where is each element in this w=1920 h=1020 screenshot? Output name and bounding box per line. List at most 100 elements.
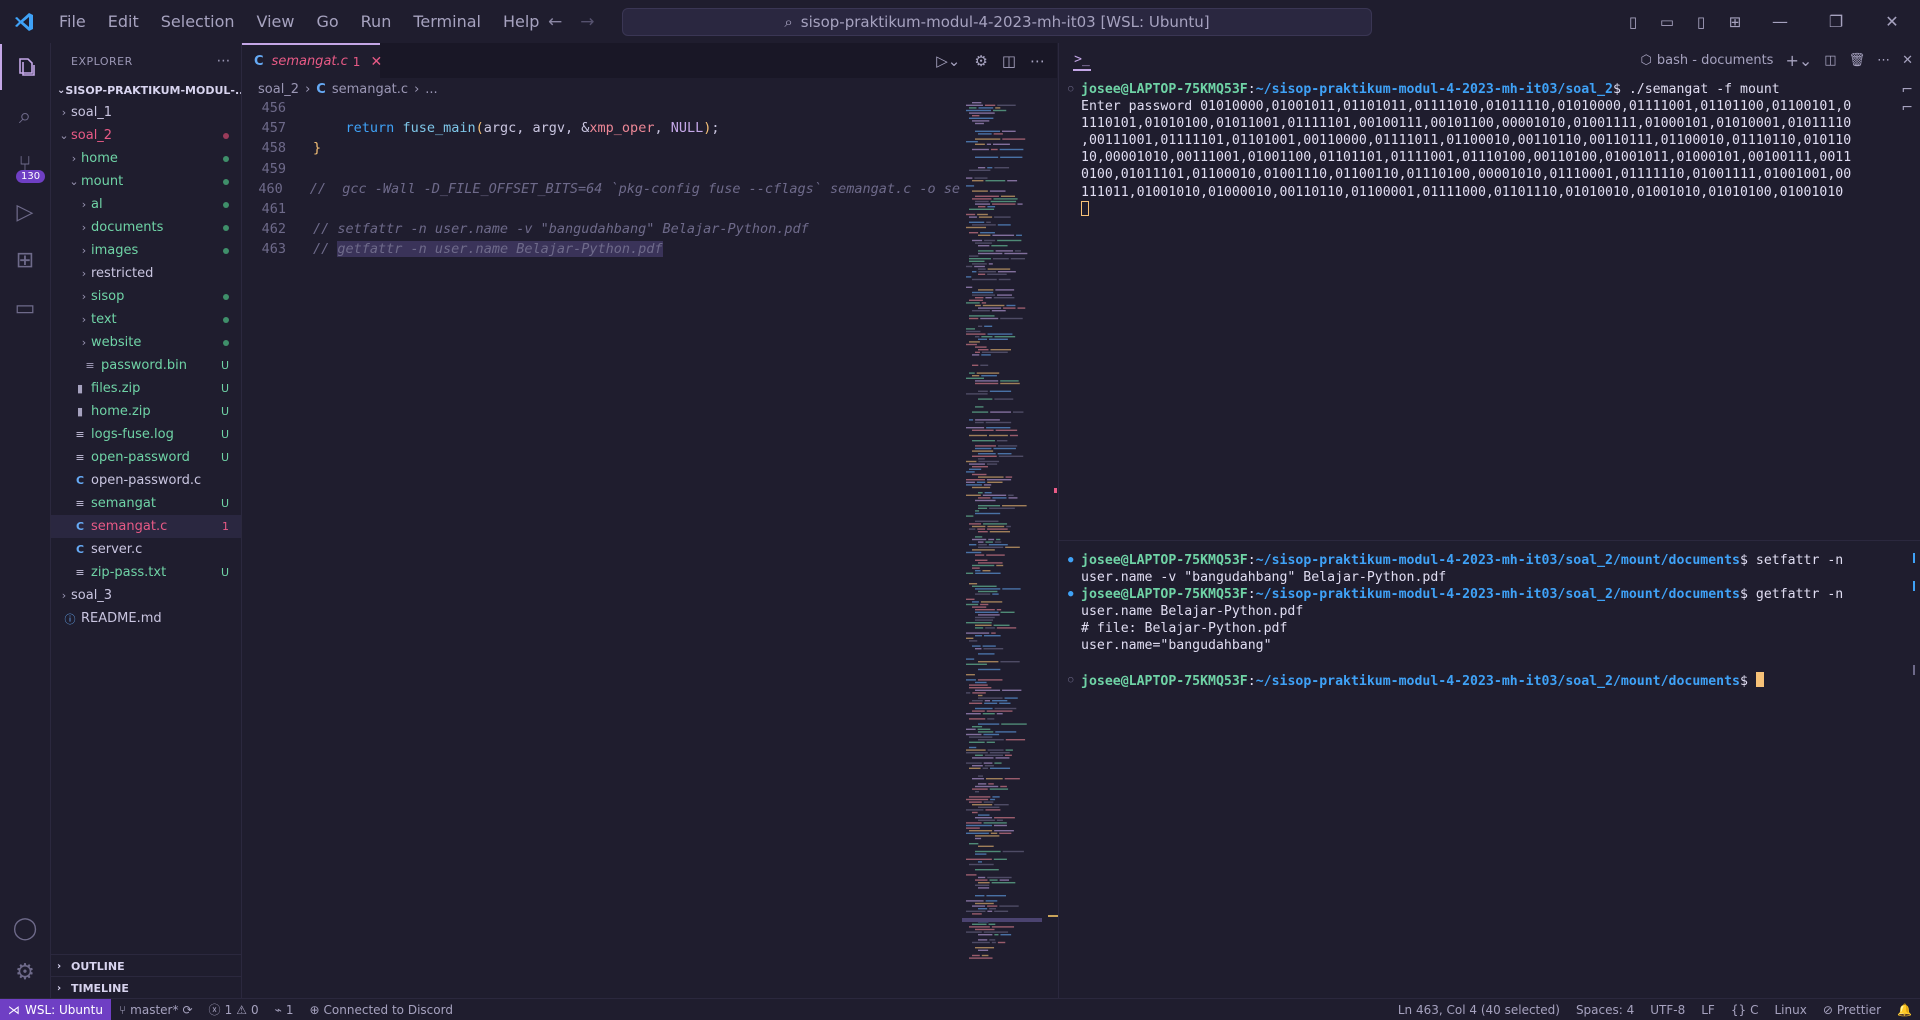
- menu-selection[interactable]: Selection: [150, 0, 246, 43]
- back-arrow-icon[interactable]: ←: [548, 12, 562, 32]
- tab-semangat-c[interactable]: C semangat.c 1 ✕: [242, 43, 382, 78]
- minimap-line: [986, 710, 1013, 712]
- toggle-secondary-sidebar-icon[interactable]: ▯: [1684, 13, 1718, 31]
- minimap-line: [969, 216, 977, 218]
- remote-explorer-icon[interactable]: ▭: [0, 285, 50, 331]
- trash-icon[interactable]: 🗑: [1849, 53, 1866, 68]
- tree-item[interactable]: ⓘ README.md: [51, 607, 241, 630]
- close-window-icon[interactable]: ✕: [1864, 12, 1920, 31]
- timeline-section[interactable]: › TIMELINE: [51, 976, 247, 999]
- split-editor-icon[interactable]: ◫: [1002, 52, 1016, 70]
- minimap-line: [995, 289, 1015, 291]
- branch-indicator[interactable]: ⑂ master* ⟳: [111, 1003, 201, 1017]
- terminal-bottom[interactable]: ● josee@LAPTOP-75KMQ53F:~/sisop-praktikum…: [1065, 552, 1875, 690]
- close-panel-icon[interactable]: ✕: [1902, 53, 1913, 68]
- terminal-split-divider[interactable]: [1059, 540, 1920, 541]
- breadcrumb-symbol[interactable]: ...: [425, 82, 437, 97]
- restore-icon[interactable]: ❐: [1808, 12, 1864, 31]
- workspace-root[interactable]: ⌄ SISOP-PRAKTIKUM-MODUL-...: [51, 79, 241, 101]
- close-tab-icon[interactable]: ✕: [370, 54, 382, 70]
- run-debug-icon[interactable]: ▷: [0, 189, 50, 235]
- tree-item[interactable]: › text: [51, 308, 241, 331]
- more-actions-icon[interactable]: ⋯: [217, 53, 232, 69]
- customize-layout-icon[interactable]: ⊞: [1718, 13, 1752, 31]
- breadcrumb-folder[interactable]: soal_2: [258, 82, 299, 97]
- tree-item[interactable]: ≡ semangat U: [51, 492, 241, 515]
- toggle-panel-icon[interactable]: ▭: [1650, 13, 1684, 31]
- terminal-instance-icon[interactable]: ⌐: [1901, 100, 1913, 116]
- minimap-line: [978, 245, 990, 247]
- split-terminal-icon[interactable]: ◫: [1824, 53, 1836, 68]
- tree-item[interactable]: ⌄ soal_2: [51, 124, 241, 147]
- command-center[interactable]: ⌕ sisop-praktikum-modul-4-2023-mh-it03 […: [622, 8, 1372, 36]
- menu-go[interactable]: Go: [305, 0, 349, 43]
- tree-item[interactable]: ≡ password.bin U: [51, 354, 241, 377]
- tree-item[interactable]: Csemangat.c 1: [51, 515, 241, 538]
- breadcrumb-file[interactable]: semangat.c: [332, 82, 408, 97]
- tree-item[interactable]: ≡ zip-pass.txt U: [51, 561, 241, 584]
- terminal-profile[interactable]: ⬡ bash - documents: [1641, 53, 1774, 68]
- terminal-icon[interactable]: >_: [1073, 51, 1091, 71]
- tree-item[interactable]: ▮ files.zip U: [51, 377, 241, 400]
- tree-item[interactable]: ≡ logs-fuse.log U: [51, 423, 241, 446]
- tree-item[interactable]: › al: [51, 193, 241, 216]
- outline-section[interactable]: › OUTLINE: [51, 954, 247, 977]
- tree-item[interactable]: › home: [51, 147, 241, 170]
- toggle-primary-sidebar-icon[interactable]: ▯: [1616, 13, 1650, 31]
- accounts-icon[interactable]: ◯: [0, 905, 50, 951]
- os-indicator[interactable]: Linux: [1767, 1003, 1815, 1017]
- encoding[interactable]: UTF-8: [1642, 1003, 1693, 1017]
- minimap-line: [975, 382, 999, 385]
- minimap[interactable]: [962, 100, 1057, 960]
- minimap-line: [966, 822, 982, 824]
- tree-item[interactable]: ≡ open-password U: [51, 446, 241, 469]
- tree-item[interactable]: ⌄ mount: [51, 170, 241, 193]
- command-decoration-icon: ○: [1068, 674, 1074, 685]
- tree-item[interactable]: › restricted: [51, 262, 241, 285]
- minimize-icon[interactable]: —: [1752, 12, 1808, 31]
- menu-view[interactable]: View: [246, 0, 306, 43]
- end-of-line[interactable]: LF: [1693, 1003, 1723, 1017]
- terminal-top[interactable]: ○ josee@LAPTOP-75KMQ53F:~/sisop-praktikum…: [1065, 81, 1875, 219]
- explorer-icon[interactable]: [0, 44, 50, 90]
- tree-item[interactable]: › soal_3: [51, 584, 241, 607]
- menu-edit[interactable]: Edit: [97, 0, 150, 43]
- tree-item[interactable]: › website: [51, 331, 241, 354]
- more-actions-icon[interactable]: ⋯: [1030, 52, 1045, 70]
- tree-item[interactable]: Copen-password.c: [51, 469, 241, 492]
- extensions-icon[interactable]: ⊞: [0, 237, 50, 283]
- gear-icon[interactable]: ⚙: [974, 52, 987, 70]
- menu-run[interactable]: Run: [350, 0, 403, 43]
- tree-item[interactable]: ▮ home.zip U: [51, 400, 241, 423]
- language-mode[interactable]: {} C: [1723, 1003, 1767, 1017]
- search-icon[interactable]: ⌕: [0, 93, 50, 139]
- run-debug-icon[interactable]: ▷⌄: [936, 52, 960, 70]
- terminal-instance-icon[interactable]: ⌐: [1901, 82, 1913, 98]
- menu-help[interactable]: Help: [492, 0, 550, 43]
- new-terminal-icon[interactable]: +⌄: [1785, 51, 1812, 70]
- tree-item[interactable]: › soal_1: [51, 101, 241, 124]
- remote-indicator[interactable]: ⋊ WSL: Ubuntu: [0, 999, 111, 1020]
- menu-file[interactable]: File: [48, 0, 97, 43]
- minimap-line: [981, 375, 997, 377]
- notifications-bell-icon[interactable]: 🔔: [1889, 1003, 1920, 1017]
- line-number: 456: [261, 100, 286, 116]
- problems-indicator[interactable]: ⓧ 1 ⚠ 0: [201, 1001, 267, 1018]
- manage-gear-icon[interactable]: ⚙: [0, 949, 50, 995]
- indentation[interactable]: Spaces: 4: [1568, 1003, 1642, 1017]
- ports-count: 1: [285, 1002, 294, 1017]
- tree-item[interactable]: › images: [51, 239, 241, 262]
- minimap-line: [997, 271, 1016, 273]
- tree-item[interactable]: › sisop: [51, 285, 241, 308]
- discord-indicator[interactable]: ⊕ Connected to Discord: [301, 1003, 460, 1017]
- forward-arrow-icon[interactable]: →: [580, 12, 594, 32]
- tree-item[interactable]: › documents: [51, 216, 241, 239]
- minimap-line: [987, 528, 1008, 530]
- tree-item[interactable]: Cserver.c: [51, 538, 241, 561]
- prettier-indicator[interactable]: ⊘ Prettier: [1815, 1003, 1889, 1017]
- menu-terminal[interactable]: Terminal: [402, 0, 492, 43]
- code-editor[interactable]: 456 457 return fuse_main(argc, argv, &xmp…: [242, 100, 960, 262]
- cursor-position[interactable]: Ln 463, Col 4 (40 selected): [1390, 1003, 1568, 1017]
- ports-indicator[interactable]: ⌁ 1: [267, 1003, 302, 1017]
- more-actions-icon[interactable]: ⋯: [1877, 53, 1890, 68]
